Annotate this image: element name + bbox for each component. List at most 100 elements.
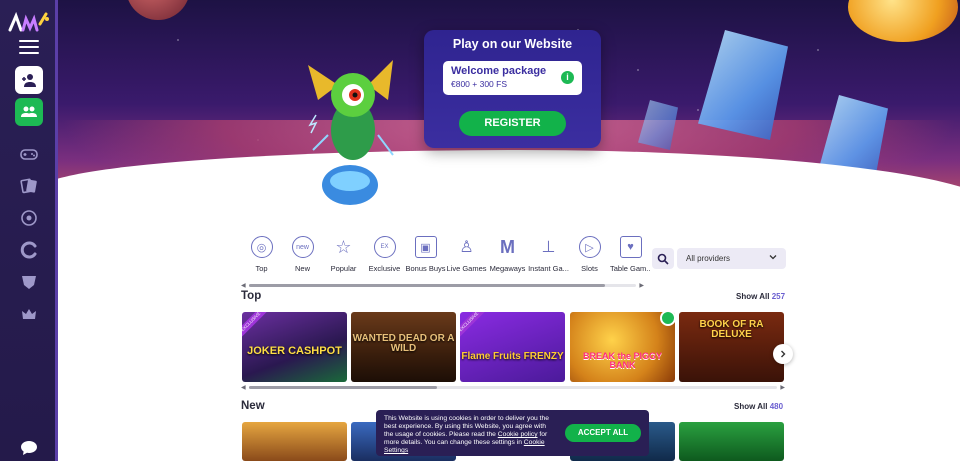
signup-promo-card: Play on our Website Welcome package €800… [424, 30, 601, 148]
show-all-label: Show All [734, 402, 768, 411]
user-plus-icon [22, 74, 36, 87]
providers-dropdown[interactable]: All providers [677, 248, 786, 269]
game-title: WANTED DEAD OR A WILD [352, 333, 455, 354]
users-icon [21, 106, 37, 117]
hero-banner: Play on our Website Welcome package €800… [58, 0, 960, 230]
show-all-top-link[interactable]: Show All 257 [736, 292, 785, 301]
game-title: JOKER CASHPOT [247, 345, 342, 357]
game-tile[interactable]: EXCLUSIVE Flame Fruits FRENZY [460, 312, 565, 382]
game-tile[interactable]: BREAK the PIGGY BANK [570, 312, 675, 382]
chat-icon[interactable] [20, 440, 38, 456]
scroll-left-icon[interactable]: ◀ [241, 384, 246, 391]
cookie-text: This Website is using cookies in order t… [384, 415, 554, 455]
category-table-games[interactable]: ♥ Table Gam... [610, 236, 651, 276]
scroll-right-icon[interactable]: ▶ [639, 282, 644, 289]
game-title: BOOK OF RA DELUXE [699, 319, 764, 340]
sidebar [0, 0, 58, 461]
sidebar-item-cards[interactable] [19, 176, 39, 196]
welcome-package-name: Welcome package [451, 65, 547, 77]
bonus-badge-icon [660, 310, 676, 326]
category-live-games[interactable]: ♙ Live Games [446, 236, 487, 276]
welcome-package-box[interactable]: Welcome package €800 + 300 FS i [443, 61, 582, 95]
game-title: BREAK the PIGGY BANK [582, 351, 662, 370]
cookie-policy-link[interactable]: Cookie policy [498, 431, 538, 438]
dealer-icon: ♙ [459, 239, 474, 256]
category-top[interactable]: ◎ Top [241, 236, 282, 276]
star-icon: ☆ [335, 236, 352, 257]
category-label: Exclusive [368, 264, 401, 273]
game-tile[interactable]: WANTED DEAD OR A WILD [351, 312, 456, 382]
section-title-new: New [241, 400, 265, 412]
megaways-icon: M [500, 236, 515, 257]
search-button[interactable] [652, 248, 674, 269]
show-all-count: 257 [771, 292, 786, 301]
category-label: Top [255, 264, 268, 273]
scroll-right-icon[interactable]: ▶ [780, 384, 785, 391]
show-all-new-link[interactable]: Show All 480 [734, 402, 783, 411]
scroll-thumb[interactable] [249, 386, 437, 389]
section-title-top: Top [241, 290, 262, 302]
chevron-down-icon [769, 255, 777, 260]
top-icon: ◎ [250, 236, 273, 258]
game-tile[interactable]: EXCLUSIVE JOKER CASHPOT [242, 312, 347, 382]
sidebar-item-shield[interactable] [19, 272, 39, 292]
mascot-creature-illustration [308, 60, 394, 205]
play-icon: ▷ [578, 236, 601, 258]
category-popular[interactable]: ☆ Popular [323, 236, 364, 276]
category-new[interactable]: new New [282, 236, 323, 276]
welcome-package-value: €800 + 300 FS [451, 79, 508, 89]
sidebar-item-games[interactable] [19, 144, 39, 164]
category-label: Slots [581, 264, 598, 273]
category-label: New [294, 264, 310, 273]
category-label: Popular [330, 264, 357, 273]
category-bonus-buys[interactable]: ▣ Bonus Buys [405, 236, 446, 276]
top-games-scrollbar[interactable]: ◀ ▶ [241, 384, 785, 391]
category-label: Bonus Buys [405, 264, 446, 273]
cookie-banner: This Website is using cookies in order t… [376, 410, 649, 456]
sidebar-item-swirl[interactable] [19, 240, 39, 260]
game-ribbon: EXCLUSIVE [242, 312, 272, 343]
show-all-count: 480 [769, 402, 784, 411]
category-label: Live Games [446, 264, 487, 273]
carousel-next-button[interactable] [773, 344, 793, 364]
joystick-icon: ⊥ [541, 239, 556, 256]
show-all-label: Show All [736, 292, 770, 301]
brand-logo[interactable] [8, 10, 50, 34]
providers-selected: All providers [686, 254, 731, 263]
category-label: Instant Ga... [528, 264, 569, 273]
register-user-button[interactable] [15, 66, 43, 94]
sidebar-item-roulette[interactable] [19, 208, 39, 228]
cards-icon [20, 178, 37, 194]
game-tile[interactable]: BOOK OF RA DELUXE [679, 312, 784, 382]
sidebar-item-vip[interactable] [19, 304, 39, 324]
hamburger-menu-icon[interactable] [19, 40, 39, 56]
accept-all-cookies-button[interactable]: ACCEPT ALL [565, 424, 641, 442]
category-label: Table Gam... [610, 264, 651, 273]
table-cards-icon: ♥ [619, 236, 642, 258]
scroll-thumb[interactable] [249, 284, 605, 287]
gift-icon: ▣ [414, 236, 437, 258]
game-title: Flame Fruits FRENZY [461, 351, 564, 362]
game-ribbon: EXCLUSIVE [460, 312, 490, 343]
game-tile[interactable] [679, 422, 784, 461]
promo-title: Play on our Website [452, 37, 573, 51]
shield-icon [22, 276, 36, 289]
register-button[interactable]: REGISTER [459, 111, 566, 136]
category-exclusive[interactable]: EX Exclusive [364, 236, 405, 276]
scroll-left-icon[interactable]: ◀ [241, 282, 246, 289]
exclusive-icon: EX [373, 236, 396, 258]
category-label: Megaways [489, 264, 526, 273]
swirl-icon [20, 241, 37, 259]
category-strip: ◎ Top new New ☆ Popular EX Exclusive ▣ B… [241, 236, 651, 276]
gamepad-icon [20, 149, 38, 160]
info-icon[interactable]: i [561, 71, 574, 84]
category-scrollbar[interactable]: ◀ ▶ [241, 282, 644, 289]
community-button[interactable] [15, 98, 43, 126]
roulette-icon [21, 210, 37, 226]
chevron-right-icon [781, 350, 786, 358]
crown-icon [22, 309, 36, 319]
game-tile[interactable] [242, 422, 347, 461]
category-megaways[interactable]: M Megaways [487, 236, 528, 276]
category-instant-games[interactable]: ⊥ Instant Ga... [528, 236, 569, 276]
category-slots[interactable]: ▷ Slots [569, 236, 610, 276]
